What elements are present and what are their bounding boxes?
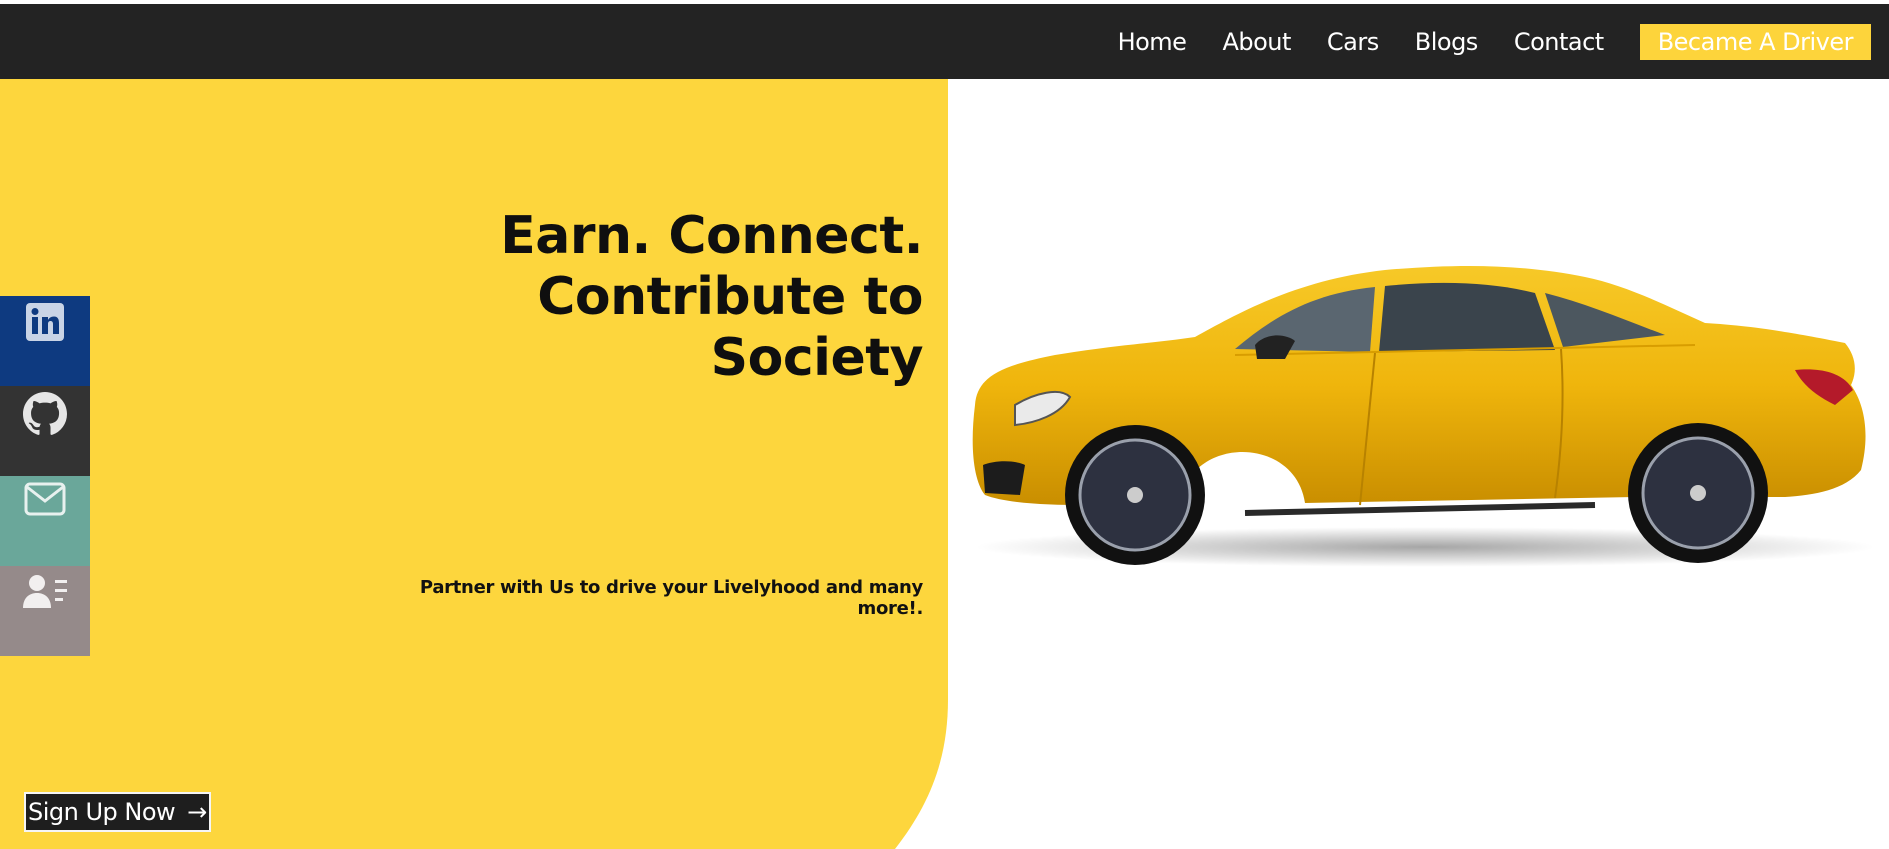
mail-link[interactable] — [0, 476, 90, 566]
front-wheel — [1065, 425, 1205, 565]
sign-up-button[interactable]: Sign Up Now → — [24, 792, 211, 832]
nav-blogs[interactable]: Blogs — [1415, 28, 1479, 56]
hero-title-line-2: Contribute to — [537, 267, 923, 327]
hero-subtitle: Partner with Us to drive your Livelyhood… — [419, 577, 923, 619]
hero-title: Earn. Connect. Contribute to Society — [403, 206, 923, 389]
hero-title-line-1: Earn. Connect. — [500, 206, 923, 266]
mail-icon — [24, 482, 66, 516]
hero-title-line-3: Society — [710, 328, 924, 388]
linkedin-link[interactable] — [0, 296, 90, 386]
nav-about[interactable]: About — [1222, 28, 1291, 56]
yellow-car-illustration — [972, 265, 1875, 567]
github-icon — [23, 392, 67, 435]
nav-cars[interactable]: Cars — [1327, 28, 1379, 56]
linkedin-icon — [26, 303, 64, 341]
contact-card-icon — [23, 575, 67, 608]
became-driver-button[interactable]: Became A Driver — [1639, 23, 1871, 60]
github-link[interactable] — [0, 386, 90, 476]
car-window-front — [1379, 282, 1555, 352]
car-image — [965, 255, 1880, 580]
rear-wheel — [1628, 423, 1768, 563]
nav-contact[interactable]: Contact — [1514, 28, 1604, 56]
nav-home[interactable]: Home — [1118, 28, 1187, 56]
sign-up-label: Sign Up Now — [28, 798, 176, 826]
top-navbar: Home About Cars Blogs Contact Became A D… — [0, 4, 1889, 79]
nav-links: Home About Cars Blogs Contact Became A D… — [1118, 4, 1871, 79]
contact-link[interactable] — [0, 566, 90, 656]
arrow-right-icon: → — [187, 798, 207, 826]
social-sidebar — [0, 296, 90, 656]
hero-background — [0, 79, 948, 849]
